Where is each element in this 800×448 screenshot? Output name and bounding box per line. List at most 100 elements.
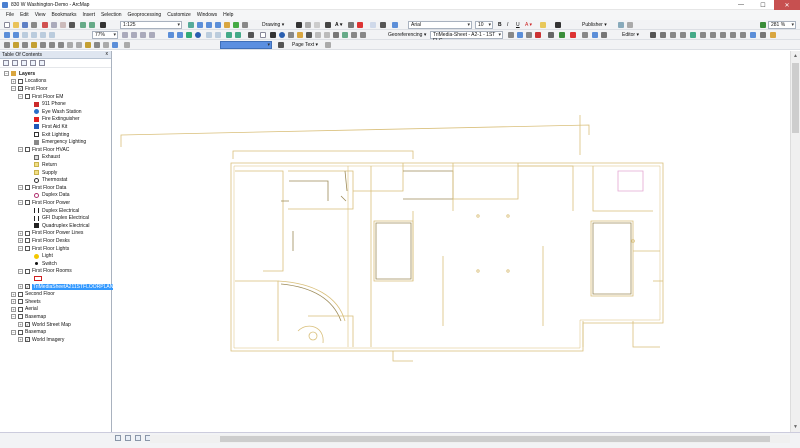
vertical-scroll-thumb[interactable] <box>792 63 799 133</box>
fixed-zoom-in-map-icon[interactable] <box>206 32 212 38</box>
zoom-in-icon[interactable] <box>168 32 174 38</box>
toc-layer-first-floor-power[interactable]: − First Floor Power <box>18 199 70 207</box>
zoom-in-layout-icon[interactable] <box>760 22 766 28</box>
arctoolbox-icon[interactable] <box>224 22 230 28</box>
edit-annotation-icon[interactable] <box>660 32 666 38</box>
trace-icon[interactable] <box>680 32 686 38</box>
copy-icon[interactable] <box>51 22 57 28</box>
print-icon[interactable] <box>31 22 37 28</box>
toc-layer-first-floor-hvac[interactable]: − First Floor HVAC <box>18 146 69 154</box>
focus-data-frame-icon[interactable] <box>131 32 137 38</box>
visibility-checkbox[interactable] <box>18 299 23 305</box>
visibility-checkbox[interactable]: ✓ <box>25 322 30 328</box>
drawing-menu[interactable]: Drawing ▾ <box>262 21 284 29</box>
open-folder-icon[interactable] <box>13 22 19 28</box>
collapse-icon[interactable]: − <box>18 147 23 153</box>
visibility-checkbox[interactable] <box>25 246 30 252</box>
font-color-icon[interactable]: A ▾ <box>525 21 532 29</box>
minimize-button[interactable]: — <box>730 0 752 10</box>
visibility-checkbox[interactable] <box>18 291 23 297</box>
sketch-tool-icon[interactable] <box>370 22 376 28</box>
expand-icon[interactable]: + <box>11 299 16 305</box>
rotate-raster-icon[interactable] <box>508 32 514 38</box>
zoom-100-icon[interactable] <box>31 32 37 38</box>
collapse-icon[interactable]: − <box>18 200 23 206</box>
page-text-menu[interactable]: Page Text ▾ <box>292 41 318 49</box>
cut-polygons-icon[interactable] <box>720 32 726 38</box>
maximize-button[interactable]: ☐ <box>752 0 774 10</box>
scroll-up-icon[interactable]: ▲ <box>793 53 798 59</box>
python-window-icon[interactable] <box>233 22 239 28</box>
toggle-draft-icon[interactable] <box>122 32 128 38</box>
paste-icon[interactable] <box>60 22 66 28</box>
georeferencing-menu[interactable]: Georeferencing ▾ <box>388 31 426 39</box>
visibility-checkbox[interactable] <box>25 147 30 153</box>
toc-layer-power-lines[interactable]: + First Floor Power Lines <box>18 230 83 238</box>
map-view[interactable] <box>113 51 790 432</box>
layout-zoom-in-icon[interactable] <box>4 32 10 38</box>
menu-customize[interactable]: Customize <box>167 12 191 18</box>
layout-tool-i-icon[interactable] <box>76 42 82 48</box>
page-nav-icon[interactable] <box>278 42 284 48</box>
publisher-settings-icon[interactable] <box>627 22 633 28</box>
select-elements-map-icon[interactable] <box>270 32 276 38</box>
rectangle-icon[interactable] <box>325 22 331 28</box>
toc-layer-first-floor[interactable]: − ✓ First Floor <box>11 85 48 93</box>
measure-icon[interactable] <box>306 32 312 38</box>
close-button[interactable]: ✕ <box>774 0 800 10</box>
time-slider-icon[interactable] <box>342 32 348 38</box>
collapse-icon[interactable]: − <box>11 86 16 92</box>
horizontal-scroll-thumb[interactable] <box>220 436 770 442</box>
expand-icon[interactable]: + <box>18 230 23 236</box>
publisher-menu[interactable]: Publisher ▾ <box>582 21 607 29</box>
editor-toolbar-icon[interactable] <box>188 22 194 28</box>
clear-selection-icon[interactable] <box>260 32 266 38</box>
toc-layers-row[interactable]: − Layers <box>4 70 35 78</box>
list-by-visibility-icon[interactable] <box>21 60 27 66</box>
visibility-checkbox[interactable] <box>25 268 30 274</box>
view-link-table-icon[interactable] <box>526 32 532 38</box>
toc-layer-first-floor-em[interactable]: − First Floor EM <box>18 93 63 101</box>
fill-color-icon[interactable] <box>540 22 546 28</box>
georef-tool-1-icon[interactable] <box>548 32 554 38</box>
select-elements-icon[interactable] <box>296 22 302 28</box>
create-features-icon[interactable] <box>770 32 776 38</box>
toc-window-icon[interactable] <box>197 22 203 28</box>
layout-tool-h-icon[interactable] <box>67 42 73 48</box>
italic-button[interactable]: I <box>507 21 508 29</box>
data-view-icon[interactable] <box>115 435 121 441</box>
split-icon[interactable] <box>730 32 736 38</box>
menu-selection[interactable]: Selection <box>101 12 122 18</box>
save-icon[interactable] <box>22 22 28 28</box>
refresh-icon[interactable] <box>135 435 141 441</box>
data-driven-pages-icon[interactable] <box>149 32 155 38</box>
layout-tool-b-icon[interactable] <box>13 42 19 48</box>
page-tool-icon[interactable] <box>325 42 331 48</box>
font-size-combo[interactable]: 10 <box>475 21 493 29</box>
toc-layer-lights[interactable]: − First Floor Lights <box>18 245 69 253</box>
straight-segment-icon[interactable] <box>670 32 676 38</box>
visibility-checkbox[interactable] <box>25 200 30 206</box>
layout-view-icon[interactable] <box>125 435 131 441</box>
georef-tool-6-icon[interactable] <box>601 32 607 38</box>
map-vertical-scrollbar[interactable]: ▲ ▼ <box>790 51 800 432</box>
collapse-icon[interactable]: − <box>18 94 23 100</box>
layout-tool-m-icon[interactable] <box>112 42 118 48</box>
select-features-icon[interactable] <box>248 32 254 38</box>
scroll-down-icon[interactable]: ▼ <box>793 424 798 430</box>
visibility-checkbox[interactable] <box>18 329 23 335</box>
collapse-icon[interactable]: − <box>18 246 23 252</box>
line-color-icon[interactable] <box>555 22 561 28</box>
visibility-checkbox[interactable] <box>25 94 30 100</box>
fixed-zoom-in-icon[interactable] <box>40 32 46 38</box>
toc-layer-sheets[interactable]: + Sheets <box>11 298 41 306</box>
collapse-icon[interactable]: − <box>11 329 16 335</box>
expand-icon[interactable]: + <box>18 322 23 328</box>
model-builder-icon[interactable] <box>242 22 248 28</box>
zoom-percent-combo[interactable]: 77% <box>92 31 118 39</box>
toc-close-button[interactable]: x <box>106 51 109 57</box>
list-by-drawing-order-icon[interactable] <box>3 60 9 66</box>
search-window-icon[interactable] <box>215 22 221 28</box>
layout-tool-g-icon[interactable] <box>58 42 64 48</box>
visibility-checkbox[interactable]: ✓ <box>25 337 30 343</box>
